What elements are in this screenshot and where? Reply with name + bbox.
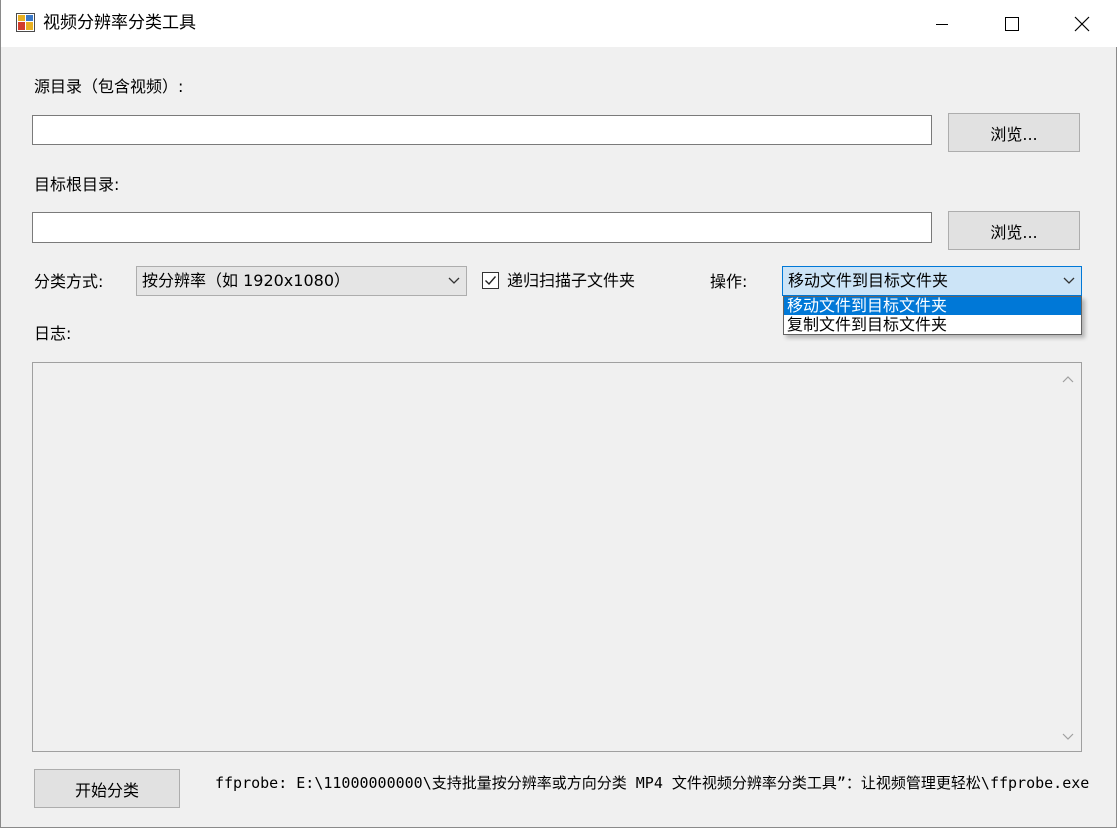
- recursive-checkbox[interactable]: [482, 272, 499, 289]
- classify-mode-select[interactable]: 按分辨率（如 1920x1080）: [136, 266, 467, 296]
- title-bar[interactable]: 视频分辨率分类工具: [1, 0, 1117, 47]
- start-classify-button[interactable]: 开始分类: [34, 769, 180, 808]
- source-browse-button[interactable]: 浏览...: [948, 113, 1080, 152]
- target-dir-label: 目标根目录:: [34, 175, 120, 194]
- app-window: 视频分辨率分类工具 源目录（包含视频）: 浏览... 目标根目录: 浏览... …: [0, 0, 1117, 828]
- maximize-icon: [1005, 16, 1019, 31]
- scroll-down-icon[interactable]: [1062, 733, 1074, 741]
- ffprobe-path-status: ffprobe: E:\11000000000\支持批量按分辨率或方向分类 MP…: [215, 774, 1090, 792]
- minimize-icon: [936, 23, 948, 25]
- chevron-down-icon: [448, 277, 460, 284]
- checkmark-icon: [485, 276, 497, 286]
- classify-mode-value: 按分辨率（如 1920x1080）: [142, 271, 350, 290]
- scroll-up-icon[interactable]: [1062, 375, 1074, 383]
- target-dir-input[interactable]: [32, 212, 932, 243]
- close-icon: [1074, 16, 1090, 31]
- operation-option-copy[interactable]: 复制文件到目标文件夹: [784, 316, 1081, 334]
- operation-option-move[interactable]: 移动文件到目标文件夹: [784, 297, 1081, 315]
- operation-label: 操作:: [710, 272, 748, 291]
- log-scrollbar[interactable]: [1055, 363, 1081, 751]
- log-textarea[interactable]: [32, 362, 1082, 752]
- window-title: 视频分辨率分类工具: [43, 13, 196, 33]
- chevron-down-icon: [1063, 277, 1075, 284]
- classify-mode-label: 分类方式:: [34, 272, 104, 291]
- source-dir-label: 源目录（包含视频）:: [34, 77, 184, 96]
- log-label: 日志:: [34, 324, 72, 343]
- maximize-button[interactable]: [977, 0, 1047, 47]
- operation-select[interactable]: 移动文件到目标文件夹: [782, 266, 1082, 296]
- recursive-checkbox-label[interactable]: 递归扫描子文件夹: [507, 271, 635, 291]
- minimize-button[interactable]: [907, 0, 977, 47]
- source-dir-input[interactable]: [32, 115, 932, 145]
- close-button[interactable]: [1047, 0, 1117, 47]
- operation-dropdown-list: 移动文件到目标文件夹 复制文件到目标文件夹: [783, 296, 1082, 335]
- operation-value: 移动文件到目标文件夹: [788, 271, 949, 290]
- target-browse-button[interactable]: 浏览...: [948, 211, 1080, 250]
- app-icon: [16, 13, 35, 32]
